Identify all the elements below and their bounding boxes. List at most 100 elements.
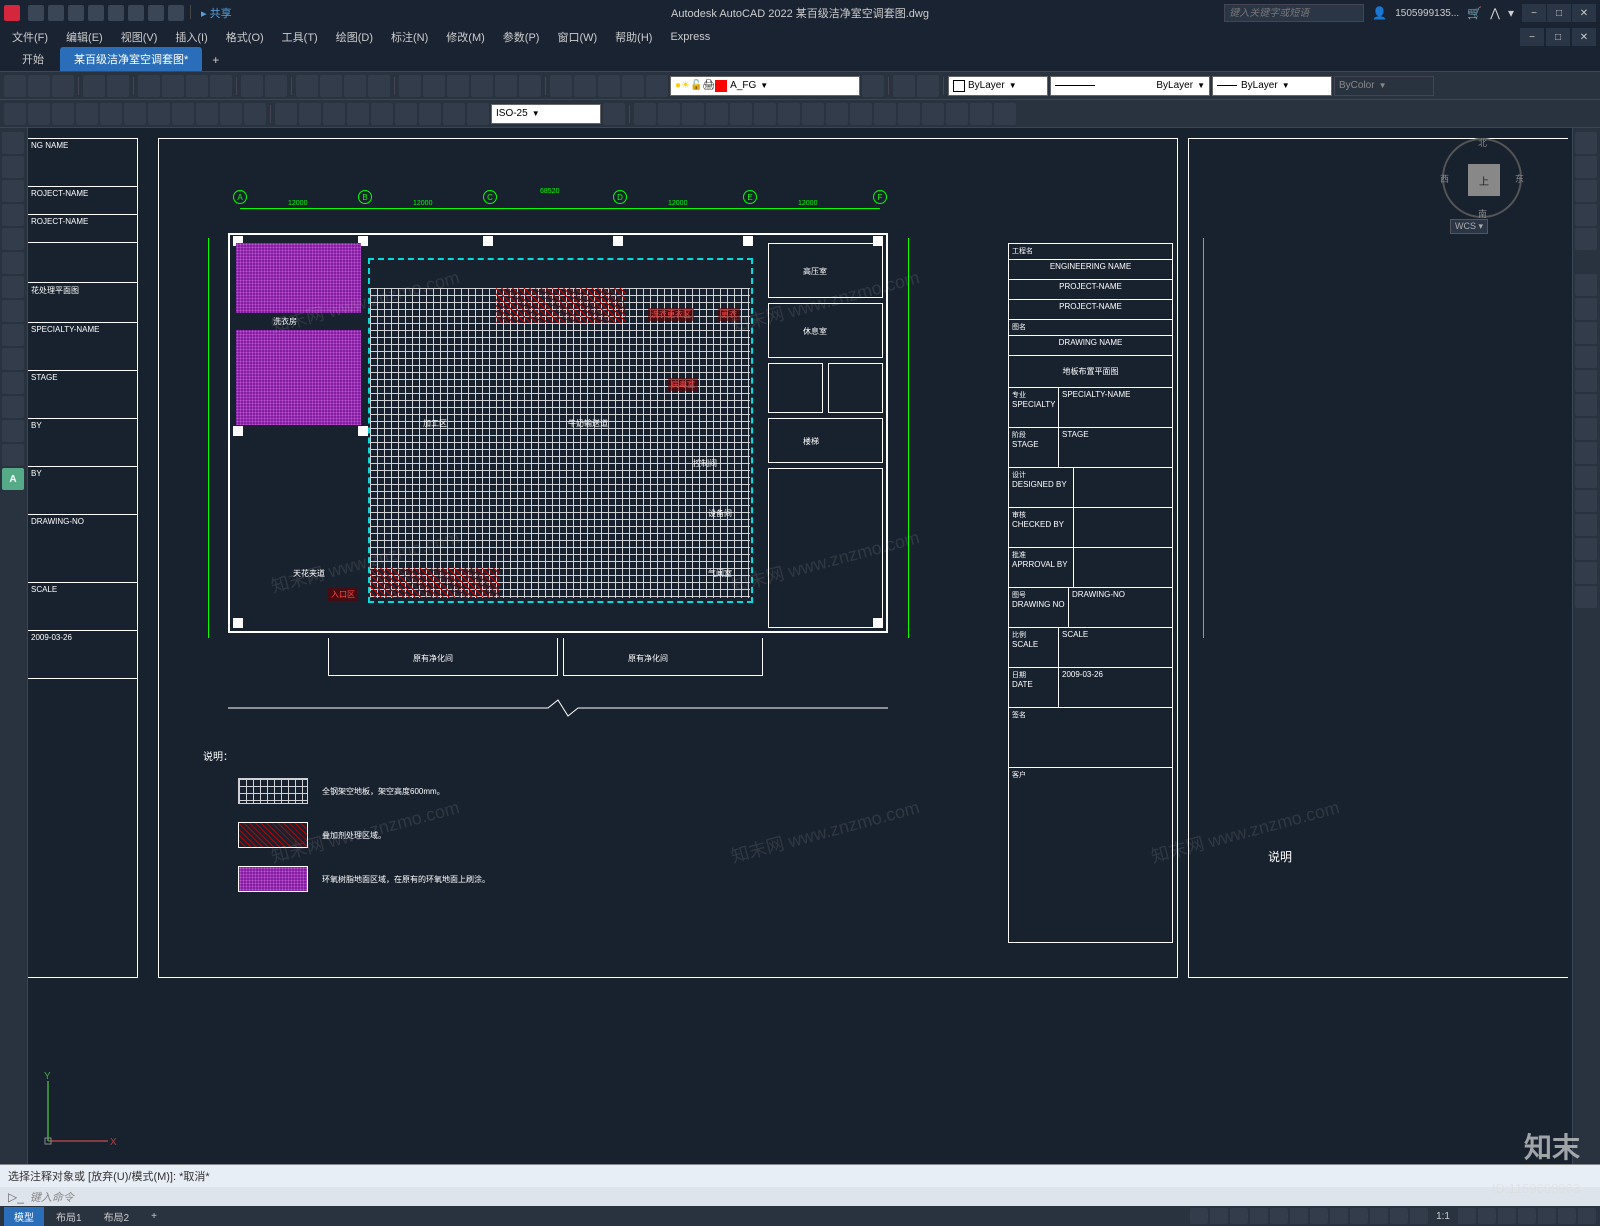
mod-copy2-icon[interactable] xyxy=(1575,298,1597,320)
sb-dyn-icon[interactable] xyxy=(1350,1208,1368,1224)
qat-redo-icon[interactable] xyxy=(168,5,184,21)
cut-icon[interactable] xyxy=(138,75,160,97)
undo-icon[interactable] xyxy=(241,75,263,97)
nav-wheel-icon[interactable] xyxy=(1575,132,1597,154)
tab-start[interactable]: 开始 xyxy=(8,47,58,71)
menu-tools[interactable]: 工具(T) xyxy=(274,27,326,47)
dimstyle-icon[interactable] xyxy=(603,103,625,125)
share-button[interactable]: ▸ 共享 xyxy=(201,5,232,21)
jogged-linear-icon[interactable] xyxy=(395,103,417,125)
mod-trim-icon[interactable] xyxy=(850,103,872,125)
dim-jogged-icon[interactable] xyxy=(124,103,146,125)
doc-minimize-button[interactable]: − xyxy=(1520,28,1544,46)
cart-icon[interactable]: 🛒 xyxy=(1467,6,1482,20)
layer-freeze-icon[interactable] xyxy=(622,75,644,97)
pan-icon[interactable] xyxy=(296,75,318,97)
sb-trans-icon[interactable] xyxy=(1390,1208,1408,1224)
line-icon[interactable] xyxy=(2,132,24,154)
mod-extend-icon[interactable] xyxy=(874,103,896,125)
mod-offset-icon[interactable] xyxy=(706,103,728,125)
dim-text-edit-icon[interactable] xyxy=(443,103,465,125)
mod-rotate-icon[interactable] xyxy=(778,103,800,125)
color-dropdown[interactable]: ByLayer▼ xyxy=(948,76,1048,96)
mod-scale2-icon[interactable] xyxy=(1575,442,1597,464)
sb-lwt-icon[interactable] xyxy=(1370,1208,1388,1224)
mod-fillet2-icon[interactable] xyxy=(1575,562,1597,584)
table-icon[interactable] xyxy=(2,372,24,394)
layout2-tab[interactable]: 布局2 xyxy=(94,1207,140,1226)
mod-erase-icon[interactable] xyxy=(634,103,656,125)
new-icon[interactable] xyxy=(4,75,26,97)
sb-3dosnap-icon[interactable] xyxy=(1310,1208,1328,1224)
mod-mirror-icon[interactable] xyxy=(682,103,704,125)
properties-icon[interactable] xyxy=(399,75,421,97)
text-icon[interactable] xyxy=(2,396,24,418)
sb-snap-icon[interactable] xyxy=(1230,1208,1248,1224)
drawing-canvas[interactable]: NG NAME ROJECT-NAME ROJECT-NAME 花处理平面图 S… xyxy=(28,128,1572,1164)
mod-copy-icon[interactable] xyxy=(658,103,680,125)
doc-close-button[interactable]: ✕ xyxy=(1572,28,1596,46)
point-icon[interactable] xyxy=(2,324,24,346)
mod-trim2-icon[interactable] xyxy=(1575,490,1597,512)
dim-edit-icon[interactable] xyxy=(419,103,441,125)
polyline-icon[interactable] xyxy=(2,156,24,178)
lineweight-dropdown[interactable]: ByLayer▼ xyxy=(1212,76,1332,96)
zoom-icon[interactable] xyxy=(320,75,342,97)
zoom-prev-icon[interactable] xyxy=(368,75,390,97)
sb-model-icon[interactable] xyxy=(1190,1208,1208,1224)
mod-move2-icon[interactable] xyxy=(1575,394,1597,416)
dimstyle-dropdown[interactable]: ISO-25▼ xyxy=(491,104,601,124)
minimize-button[interactable]: − xyxy=(1522,4,1546,22)
menu-draw[interactable]: 绘图(D) xyxy=(328,27,381,47)
menu-dimension[interactable]: 标注(N) xyxy=(383,27,436,47)
sb-clean-icon[interactable] xyxy=(1558,1208,1576,1224)
app-menu-icon[interactable]: ⋀ xyxy=(1490,6,1500,20)
paste-icon[interactable] xyxy=(186,75,208,97)
nav-pan-icon[interactable] xyxy=(1575,156,1597,178)
menu-window[interactable]: 窗口(W) xyxy=(549,27,605,47)
linetype-dropdown[interactable]: ByLayer▼ xyxy=(1050,76,1210,96)
tool-palette-icon[interactable] xyxy=(447,75,469,97)
design-center-icon[interactable] xyxy=(423,75,445,97)
sb-iso-icon[interactable] xyxy=(1518,1208,1536,1224)
plotstyle-dropdown[interactable]: ByColor▼ xyxy=(1334,76,1434,96)
mod-array-icon[interactable] xyxy=(730,103,752,125)
layout1-tab[interactable]: 布局1 xyxy=(46,1207,92,1226)
menu-express[interactable]: Express xyxy=(662,29,718,45)
close-button[interactable]: ✕ xyxy=(1572,4,1596,22)
user-name[interactable]: 1505999135... xyxy=(1395,8,1459,19)
dim-baseline-icon[interactable] xyxy=(220,103,242,125)
mod-explode2-icon[interactable] xyxy=(1575,586,1597,608)
sb-polar-icon[interactable] xyxy=(1270,1208,1288,1224)
preview-icon[interactable] xyxy=(107,75,129,97)
sb-otrack-icon[interactable] xyxy=(1330,1208,1348,1224)
sb-anno-icon[interactable] xyxy=(1458,1208,1476,1224)
sb-ortho-icon[interactable] xyxy=(1250,1208,1268,1224)
mod-rotate2-icon[interactable] xyxy=(1575,418,1597,440)
open-icon[interactable] xyxy=(28,75,50,97)
center-mark-icon[interactable] xyxy=(347,103,369,125)
layer-off-icon[interactable] xyxy=(598,75,620,97)
menu-modify[interactable]: 修改(M) xyxy=(438,27,493,47)
mod-mirror2-icon[interactable] xyxy=(1575,322,1597,344)
qat-new-icon[interactable] xyxy=(28,5,44,21)
inspect-icon[interactable] xyxy=(371,103,393,125)
mod-break-icon[interactable] xyxy=(898,103,920,125)
copy-icon[interactable] xyxy=(162,75,184,97)
sb-osnap-icon[interactable] xyxy=(1290,1208,1308,1224)
dim-update-icon[interactable] xyxy=(467,103,489,125)
user-icon[interactable]: 👤 xyxy=(1372,6,1387,20)
layer-lock-icon[interactable] xyxy=(646,75,668,97)
dim-space-icon[interactable] xyxy=(275,103,297,125)
arc-icon[interactable] xyxy=(2,204,24,226)
qat-saveas-icon[interactable] xyxy=(88,5,104,21)
sb-hw-icon[interactable] xyxy=(1538,1208,1556,1224)
spline-icon[interactable] xyxy=(2,300,24,322)
mod-move-icon[interactable] xyxy=(754,103,776,125)
mod-join-icon[interactable] xyxy=(922,103,944,125)
dim-aligned-icon[interactable] xyxy=(28,103,50,125)
dim-continue-icon[interactable] xyxy=(244,103,266,125)
calc-icon[interactable] xyxy=(519,75,541,97)
maximize-button[interactable]: □ xyxy=(1547,4,1571,22)
mod-explode-icon[interactable] xyxy=(994,103,1016,125)
